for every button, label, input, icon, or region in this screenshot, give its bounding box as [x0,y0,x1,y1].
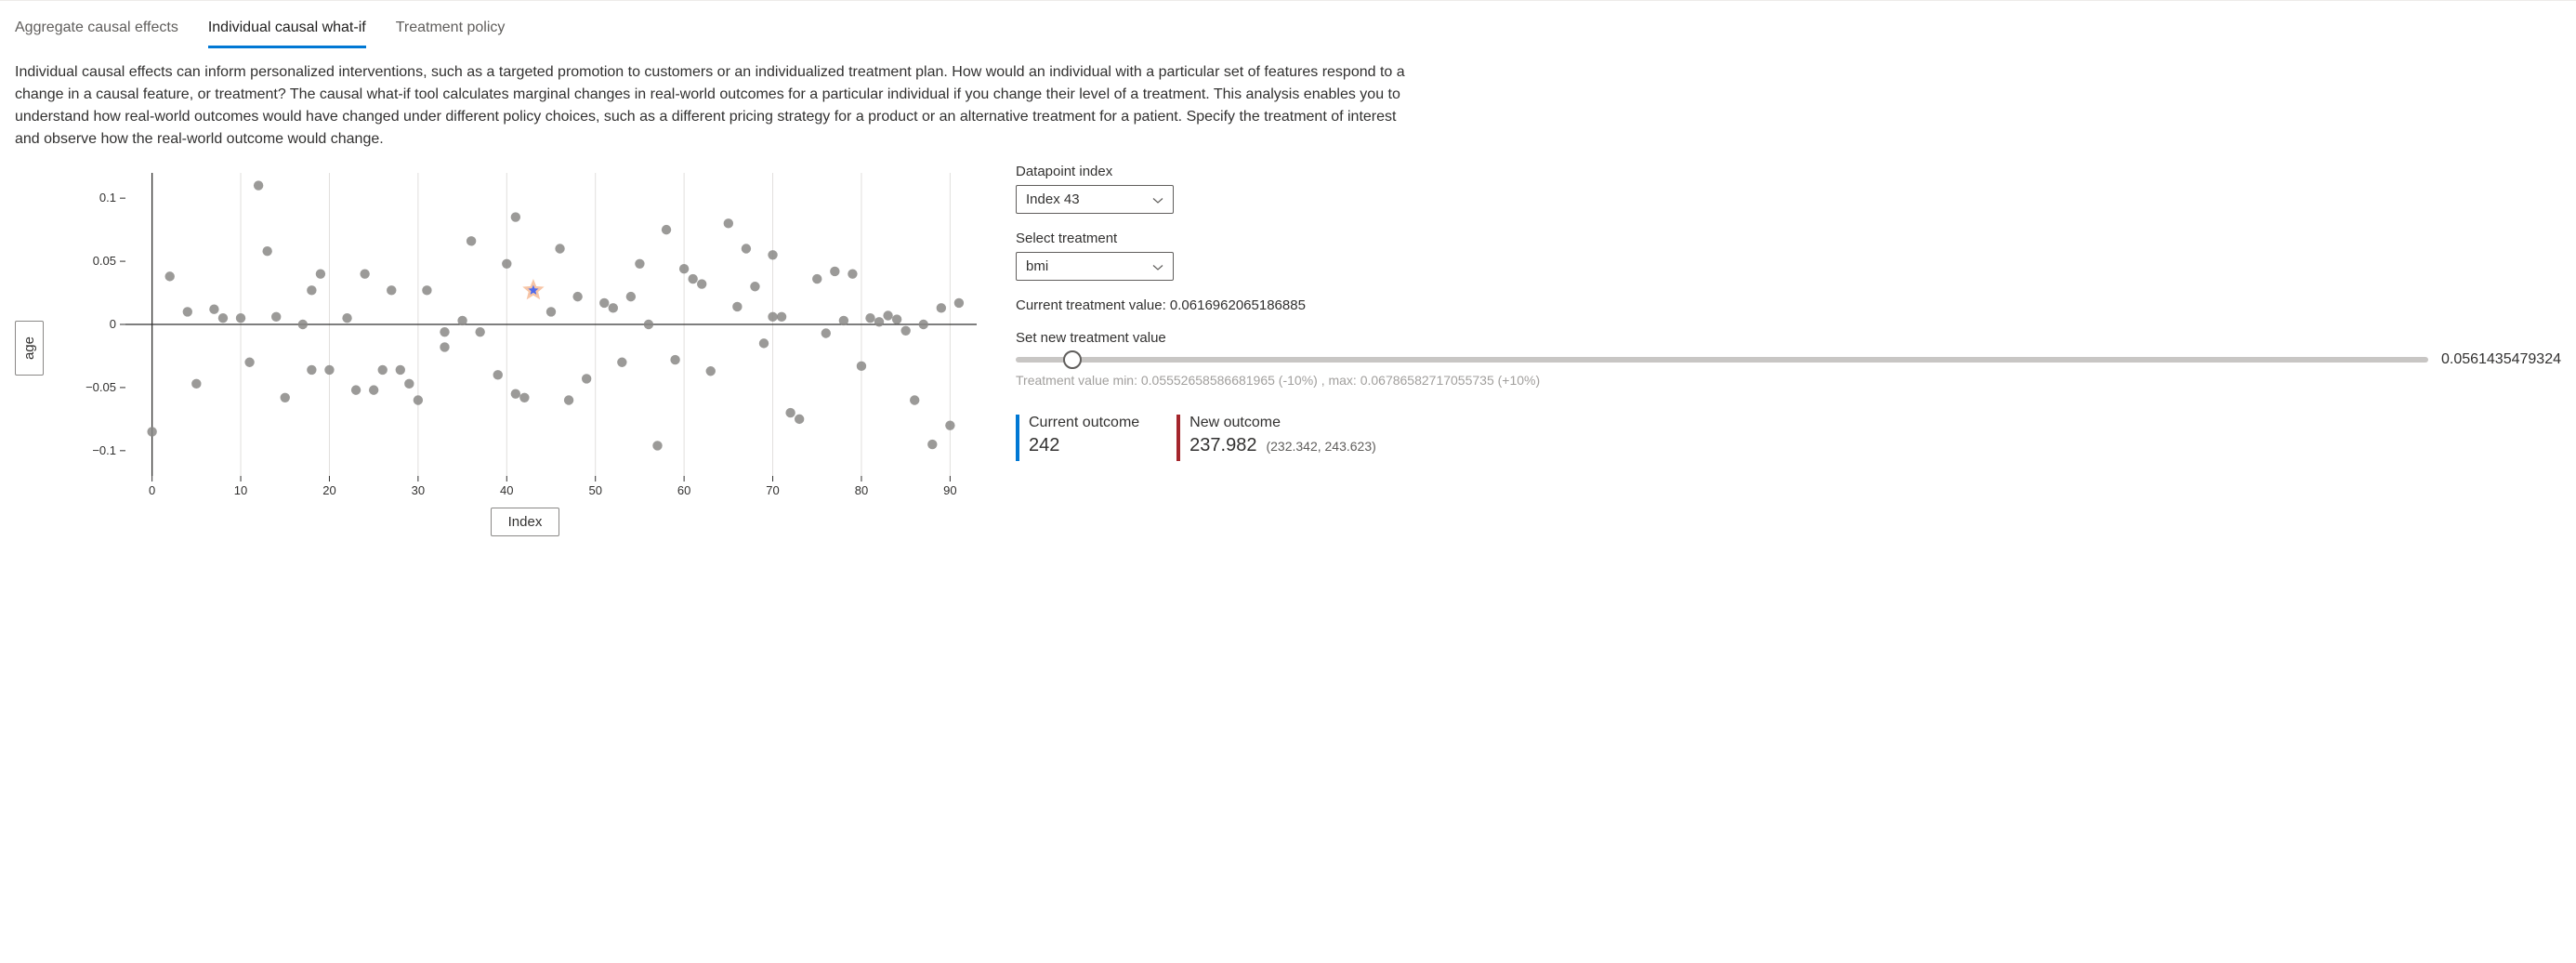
chevron-down-icon [1152,194,1163,205]
svg-text:0: 0 [149,483,155,497]
x-axis-label: Index [508,514,543,530]
set-new-treatment-label: Set new treatment value [1016,330,2561,346]
svg-text:0.05: 0.05 [93,254,116,268]
current-outcome-value: 242 [1029,435,1139,456]
new-outcome-ci: (232.342, 243.623) [1266,439,1375,454]
chevron-down-icon [1152,261,1163,272]
y-axis-label-box[interactable]: age [15,321,44,376]
description-text: Individual causal effects can inform per… [0,48,1431,160]
svg-text:0: 0 [110,317,116,331]
controls-panel: Datapoint index Index 43 Select treatmen… [1016,160,2561,461]
select-treatment-label: Select treatment [1016,231,2561,246]
slider-value-text: 0.0561435479324 [2441,351,2561,368]
current-treatment-line: Current treatment value: 0.0616962065186… [1016,297,2561,313]
svg-text:70: 70 [766,483,779,497]
datapoint-index-label: Datapoint index [1016,164,2561,179]
slider-hint: Treatment value min: 0.05552658586681965… [1016,372,2561,390]
svg-text:10: 10 [234,483,247,497]
tab-individual[interactable]: Individual causal what-if [208,12,366,48]
tabs: Aggregate causal effects Individual caus… [0,5,2576,48]
x-axis-label-box[interactable]: Index [491,508,560,536]
svg-text:−0.05: −0.05 [85,380,116,394]
scatter-plot[interactable]: −0.1 −0.05 0 0.05 0.1 0 10 20 30 40 50 60 70 80 90 [60,160,990,504]
select-treatment-value: bmi [1026,258,1048,274]
slider-thumb[interactable] [1063,350,1082,369]
datapoint-index-value: Index 43 [1026,191,1080,207]
new-outcome-bar [1176,415,1180,461]
tab-aggregate[interactable]: Aggregate causal effects [15,12,178,48]
svg-text:−0.1: −0.1 [92,443,116,457]
treatment-slider[interactable] [1016,357,2428,363]
chart-area: age −0.1 −0.05 0 0.05 0.1 0 10 20 30 40 50 60 70 80 90… [15,160,990,536]
svg-text:60: 60 [677,483,690,497]
svg-text:20: 20 [322,483,335,497]
svg-text:40: 40 [500,483,513,497]
tab-policy[interactable]: Treatment policy [396,12,506,48]
new-outcome-block: New outcome 237.982 (232.342, 243.623) [1176,415,1376,461]
new-outcome-label: New outcome [1189,415,1376,431]
current-outcome-block: Current outcome 242 [1016,415,1139,461]
svg-text:30: 30 [412,483,425,497]
svg-text:90: 90 [943,483,956,497]
new-outcome-value: 237.982 [1189,435,1256,456]
current-outcome-label: Current outcome [1029,415,1139,431]
y-axis-label: age [21,336,37,360]
svg-text:0.1: 0.1 [99,191,116,204]
current-outcome-bar [1016,415,1019,461]
datapoint-index-dropdown[interactable]: Index 43 [1016,185,1174,214]
select-treatment-dropdown[interactable]: bmi [1016,252,1174,281]
svg-text:50: 50 [588,483,601,497]
svg-text:80: 80 [855,483,868,497]
